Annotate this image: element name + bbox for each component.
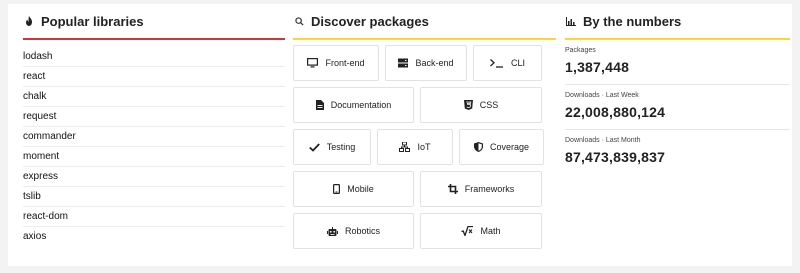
monitor-icon (307, 58, 319, 68)
library-link[interactable]: lodash (23, 47, 285, 67)
package-category-row: Front-end Back-end CLI (293, 45, 556, 81)
popular-libraries-rule (23, 38, 285, 40)
popular-libraries-list: lodash react chalk request commander moment ex… (23, 47, 285, 247)
library-link[interactable]: react (23, 67, 285, 87)
category-button-label: Documentation (330, 100, 392, 110)
category-button-label: CLI (510, 58, 525, 68)
check-icon (308, 142, 320, 152)
category-button-label: Back-end (415, 58, 454, 68)
by-the-numbers-title: By the numbers (583, 13, 682, 29)
shield-icon (473, 142, 483, 152)
category-button-label: Frameworks (464, 184, 515, 194)
package-category-row: Documentation CSS (293, 87, 556, 123)
category-button-label: IoT (417, 142, 431, 152)
category-button-iot[interactable]: IoT (377, 129, 453, 165)
category-button-label: Front-end (325, 58, 365, 68)
category-button-label: Robotics (344, 226, 380, 236)
category-button-front-end[interactable]: Front-end (293, 45, 379, 81)
stat-value: 22,008,880,124 (565, 104, 666, 120)
by-the-numbers-header: By the numbers (565, 4, 790, 38)
search-icon (293, 16, 305, 26)
library-link[interactable]: moment (23, 147, 285, 167)
terminal-icon (490, 58, 504, 68)
package-category-row: Mobile Frameworks (293, 171, 556, 207)
popular-libraries-title: Popular libraries (41, 13, 144, 29)
category-button-coverage[interactable]: Coverage (459, 129, 544, 165)
stat-block: Downloads · Last Week 22,008,880,124 (565, 85, 790, 130)
mobile-icon (333, 184, 341, 194)
robot-icon (326, 226, 338, 236)
network-icon (399, 142, 411, 152)
flame-icon (23, 16, 35, 26)
package-category-row: Testing IoT Coverage (293, 129, 556, 165)
category-button-back-end[interactable]: Back-end (385, 45, 467, 81)
category-button-robotics[interactable]: Robotics (293, 213, 414, 249)
category-button-math[interactable]: Math (420, 213, 542, 249)
discover-packages-grid: Front-end Back-end CLI Documentation CSS Test… (293, 45, 556, 249)
stat-block: Packages 1,387,448 (565, 40, 790, 85)
crop-icon (447, 184, 458, 194)
library-link[interactable]: commander (23, 127, 285, 147)
discover-packages-header: Discover packages (293, 4, 556, 38)
category-button-label: Testing (326, 142, 356, 152)
category-button-label: Math (480, 226, 501, 236)
category-button-label: Coverage (489, 142, 530, 152)
library-link[interactable]: axios (23, 227, 285, 247)
stat-value: 1,387,448 (565, 59, 630, 75)
discover-packages-rule (293, 38, 556, 40)
library-link[interactable]: tslib (23, 187, 285, 207)
popular-libraries-header: Popular libraries (23, 4, 285, 38)
category-button-css[interactable]: CSS (420, 87, 542, 123)
stat-value: 87,473,839,837 (565, 149, 666, 165)
css-icon (463, 100, 473, 110)
stat-label: Downloads · Last Month (565, 137, 641, 144)
stat-block: Downloads · Last Month 87,473,839,837 (565, 130, 790, 174)
popular-libraries-section: Popular libraries lodash react chalk reques… (23, 4, 285, 247)
category-button-documentation[interactable]: Documentation (293, 87, 414, 123)
category-button-cli[interactable]: CLI (473, 45, 542, 81)
library-link[interactable]: express (23, 167, 285, 187)
category-button-testing[interactable]: Testing (293, 129, 371, 165)
discover-packages-title: Discover packages (311, 13, 429, 29)
library-link[interactable]: react-dom (23, 207, 285, 227)
category-button-label: Mobile (347, 184, 374, 194)
library-link[interactable]: chalk (23, 87, 285, 107)
stat-label: Packages (565, 47, 596, 54)
by-the-numbers-section: By the numbers Packages 1,387,448 Download… (565, 4, 790, 174)
home-stats-card: Popular libraries lodash react chalk reques… (8, 4, 792, 266)
discover-packages-section: Discover packages Front-end Back-end CLI Do… (293, 4, 556, 255)
stat-label: Downloads · Last Week (565, 92, 639, 99)
library-link[interactable]: request (23, 107, 285, 127)
category-button-mobile[interactable]: Mobile (293, 171, 414, 207)
document-icon (315, 100, 324, 110)
server-icon (398, 58, 409, 68)
category-button-frameworks[interactable]: Frameworks (420, 171, 542, 207)
stats-list: Packages 1,387,448 Downloads · Last Week 22… (565, 40, 790, 174)
bar-chart-icon (565, 16, 577, 26)
package-category-row: Robotics Math (293, 213, 556, 249)
sqrt-icon (461, 226, 474, 236)
category-button-label: CSS (479, 100, 499, 110)
